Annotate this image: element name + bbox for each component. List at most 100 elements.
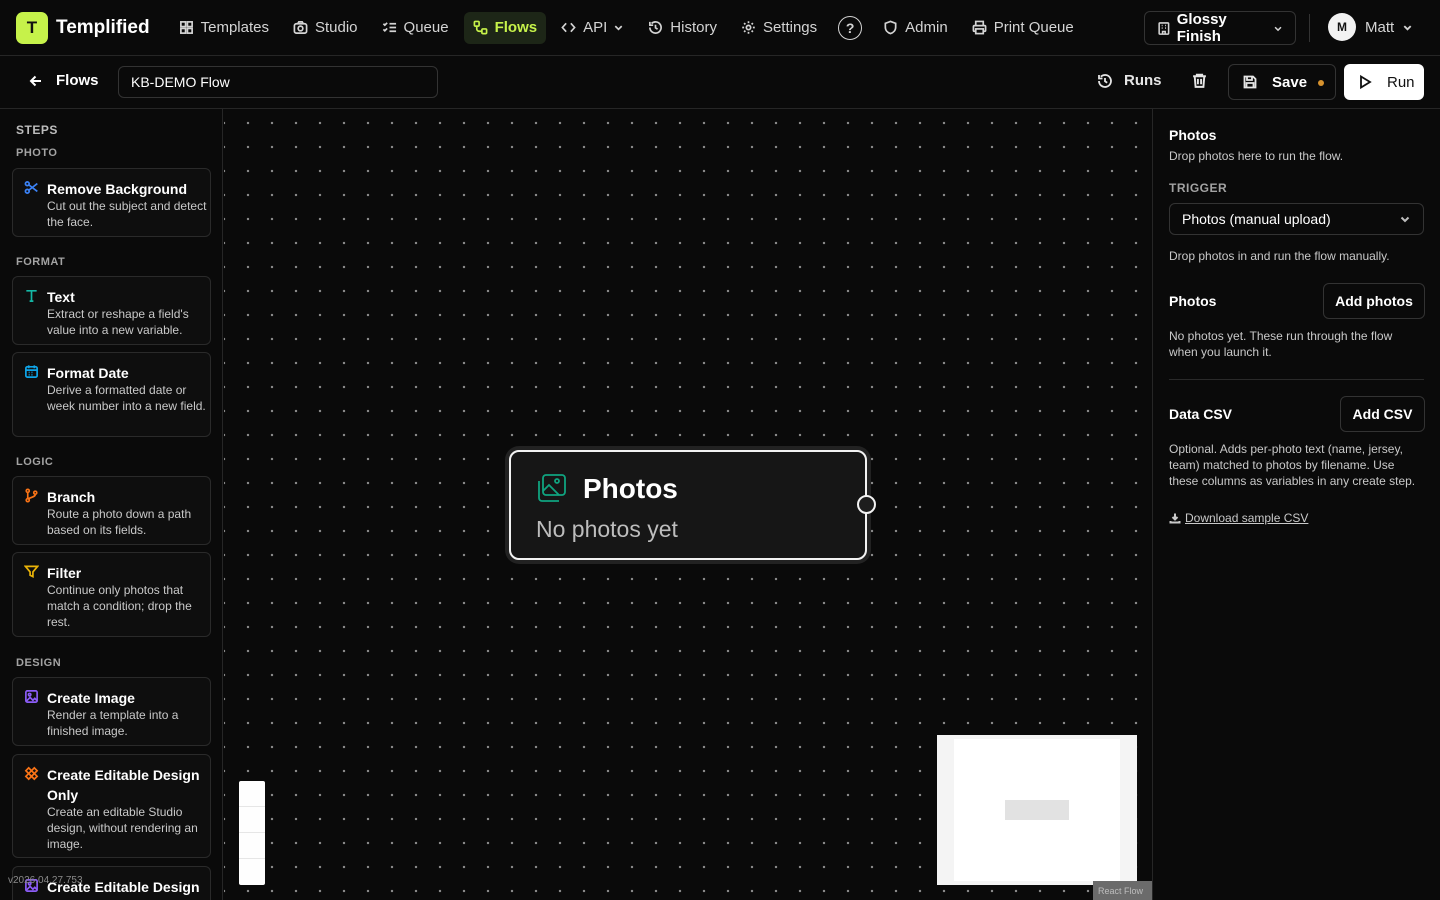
back-label: Flows	[56, 72, 99, 89]
minimap[interactable]	[937, 735, 1137, 885]
delete-flow-button[interactable]	[1191, 72, 1209, 90]
photos-section-label: Photos	[1169, 293, 1217, 309]
help-icon[interactable]: ?	[838, 15, 863, 40]
fit-view-button[interactable]	[239, 833, 265, 859]
step-text[interactable]: Text Extract or reshape a field's value …	[12, 276, 211, 345]
history-icon	[649, 21, 663, 34]
lock-button[interactable]	[239, 859, 265, 885]
avatar: M	[1328, 13, 1356, 41]
section-logic: LOGIC	[16, 456, 54, 468]
image-icon	[24, 689, 40, 705]
nav-api[interactable]: API	[552, 12, 633, 44]
runs-button[interactable]: Runs	[1097, 72, 1162, 89]
chevron-down-icon	[614, 25, 623, 31]
nav-templates[interactable]: Templates	[170, 12, 278, 44]
photos-trigger-node[interactable]: Photos No photos yet	[509, 450, 867, 560]
gear-icon	[742, 21, 755, 34]
nav-label: Templates	[200, 19, 269, 36]
step-description: Derive a formatted date or week number i…	[47, 383, 206, 413]
add-photos-button[interactable]: Add photos	[1323, 283, 1425, 319]
node-title: Photos	[583, 473, 678, 504]
step-format-date[interactable]: Format Date Derive a formatted date or w…	[12, 352, 211, 437]
nav-label: API	[583, 19, 608, 36]
brand[interactable]: T Templified	[16, 11, 150, 44]
play-icon	[1360, 74, 1372, 90]
nav-print-queue[interactable]: Print Queue	[963, 12, 1083, 44]
trigger-label: TRIGGER	[1169, 181, 1228, 195]
step-create-editable-design-only[interactable]: Create Editable Design Only Create an ed…	[12, 754, 211, 858]
camera-icon	[293, 21, 308, 34]
design-icon	[24, 766, 40, 782]
node-subtitle: No photos yet	[536, 516, 678, 542]
top-navigation: T Templified Templates Studio Queue Flow…	[0, 0, 1440, 56]
step-description: Extract or reshape a field's value into …	[47, 307, 189, 337]
arrow-left-icon	[29, 75, 41, 86]
nav-label: History	[670, 19, 717, 36]
step-title: Text	[47, 289, 75, 305]
workspace-name: Glossy Finish	[1176, 11, 1227, 45]
chevron-down-icon	[1403, 24, 1412, 31]
save-label: Save	[1272, 73, 1308, 91]
section-format: FORMAT	[16, 256, 66, 268]
trigger-value: Photos (manual upload)	[1182, 211, 1331, 227]
trigger-help: Drop photos in and run the flow manually…	[1169, 249, 1390, 263]
steps-sidebar: STEPS PHOTO Remove Background Cut out th…	[0, 109, 223, 900]
user-menu[interactable]: M Matt	[1328, 13, 1413, 41]
zoom-out-button[interactable]	[239, 807, 265, 833]
node-output-handle[interactable]	[857, 495, 876, 514]
nav-queue[interactable]: Queue	[373, 12, 458, 44]
history-icon	[1098, 73, 1112, 88]
calendar-icon	[24, 364, 40, 380]
brand-name: Templified	[56, 16, 150, 38]
step-remove-background[interactable]: Remove Background Cut out the subject an…	[12, 168, 211, 237]
step-branch[interactable]: Branch Route a photo down a path based o…	[12, 476, 211, 545]
minimap-viewport	[954, 739, 1120, 881]
step-title: Create Image	[47, 690, 135, 706]
printer-icon	[972, 20, 987, 35]
csv-help: Optional. Adds per-photo text (name, jer…	[1169, 442, 1416, 488]
back-to-flows-button[interactable]: Flows	[28, 72, 99, 89]
inspector-panel: Photos Drop photos here to run the flow.…	[1152, 109, 1440, 900]
nav-admin[interactable]: Admin	[874, 12, 957, 44]
code-icon	[561, 22, 576, 33]
nav-label: Studio	[314, 19, 358, 36]
minimap-node	[1005, 800, 1069, 820]
nav-settings[interactable]: Settings	[732, 12, 826, 44]
step-title: Remove Background	[47, 181, 188, 197]
save-button[interactable]: Save	[1228, 64, 1336, 100]
zoom-in-button[interactable]	[239, 781, 265, 807]
run-button[interactable]: Run	[1344, 64, 1424, 100]
nav-studio[interactable]: Studio	[284, 12, 367, 44]
trash-icon	[1193, 73, 1206, 88]
step-title: Branch	[47, 489, 96, 505]
images-icon	[536, 472, 568, 504]
divider	[1169, 379, 1424, 380]
add-csv-button[interactable]: Add CSV	[1340, 396, 1425, 432]
flow-toolbar: Flows Runs Save Run	[0, 56, 1440, 109]
nav-label: Admin	[905, 19, 948, 36]
csv-section-label: Data CSV	[1169, 406, 1233, 422]
step-filter[interactable]: Filter Continue only photos that match a…	[12, 552, 211, 637]
step-title: Format Date	[47, 365, 129, 381]
section-photo: PHOTO	[16, 147, 58, 159]
workspace-switcher[interactable]: Glossy Finish	[1144, 11, 1296, 45]
section-design: DESIGN	[16, 657, 62, 669]
flow-canvas[interactable]: Photos No photos yet React Flow	[224, 109, 1152, 900]
canvas-controls	[239, 781, 265, 885]
runs-label: Runs	[1124, 72, 1162, 89]
download-sample-csv-link[interactable]: Download sample CSV	[1169, 511, 1308, 525]
save-icon	[1243, 75, 1257, 89]
text-icon	[24, 288, 40, 304]
nav-history[interactable]: History	[639, 12, 726, 44]
nav-label: Queue	[403, 19, 449, 36]
step-create-image[interactable]: Create Image Render a template into a fi…	[12, 677, 211, 746]
nav-flows[interactable]: Flows	[463, 11, 547, 44]
chevron-down-icon	[1400, 216, 1410, 223]
trigger-select[interactable]: Photos (manual upload)	[1169, 203, 1424, 235]
step-title: Create Editable Design Only	[47, 767, 200, 803]
flow-name-input[interactable]	[118, 66, 438, 98]
nav-label: Flows	[494, 19, 538, 36]
photos-help: No photos yet. These run through the flo…	[1169, 329, 1393, 359]
react-flow-attribution[interactable]: React Flow	[1093, 881, 1152, 900]
nav-label: Print Queue	[993, 19, 1074, 36]
